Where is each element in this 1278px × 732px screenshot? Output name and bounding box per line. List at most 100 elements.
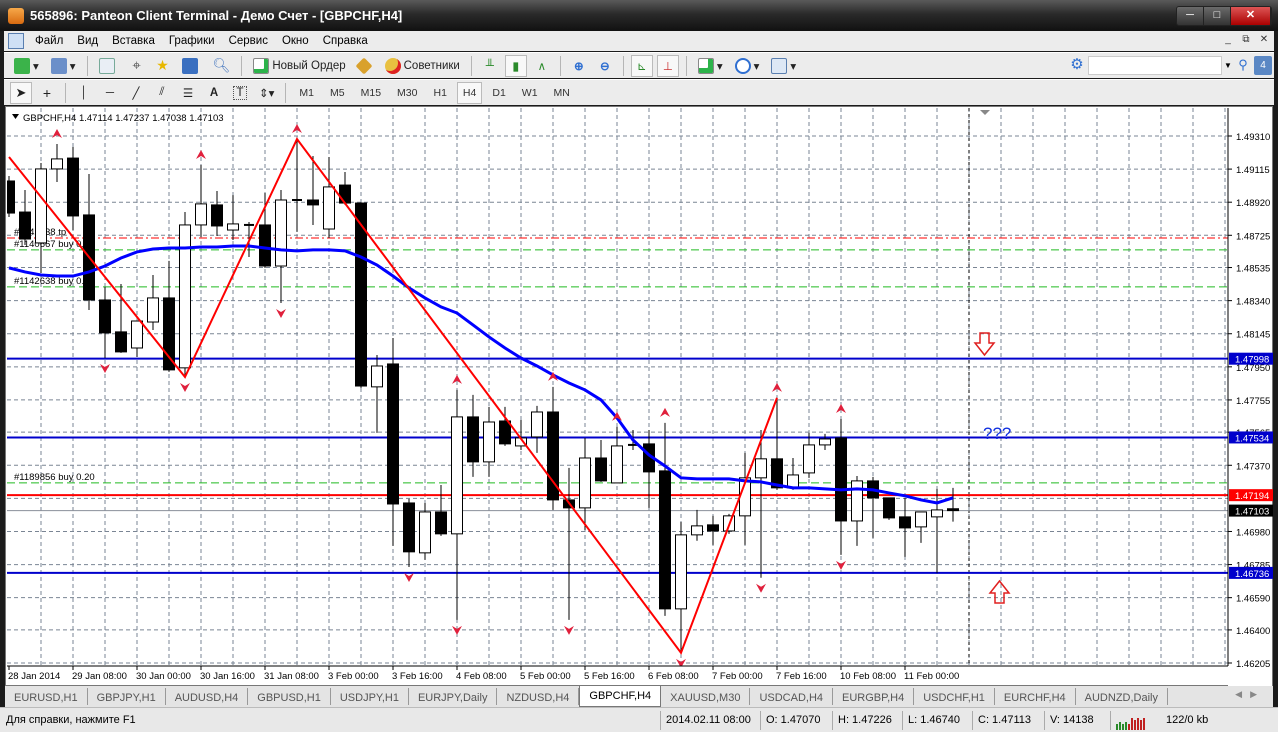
- bearish-candle: [467, 416, 479, 463]
- signal-bar: [1134, 719, 1136, 730]
- question-annotation: ???: [983, 424, 1011, 443]
- status-close: C: 1.47113: [972, 710, 1044, 730]
- price-tick-label: 1.48340: [1236, 297, 1270, 308]
- bearish-candle: [259, 224, 271, 267]
- status-low: L: 1.46740: [902, 710, 972, 730]
- bearish-candle: [307, 199, 319, 206]
- status-time: 2014.02.11 08:00: [660, 710, 760, 730]
- bearish-candle: [707, 524, 719, 532]
- bearish-candle: [659, 470, 671, 610]
- bearish-candle: [947, 508, 959, 512]
- signal-bar: [1131, 717, 1133, 730]
- bullish-candle: [419, 511, 431, 554]
- signal-bar: [1128, 723, 1130, 730]
- price-tick-label: 1.46980: [1236, 527, 1270, 538]
- bullish-candle: [531, 411, 543, 438]
- bullish-candle: [227, 223, 239, 231]
- time-tick-label: 5 Feb 16:00: [584, 671, 635, 682]
- bearish-candle: [499, 420, 511, 445]
- time-tick-label: 5 Feb 00:00: [520, 671, 571, 682]
- price-tick-label: 1.47370: [1236, 461, 1270, 472]
- chart-tab[interactable]: EURCHF,H4: [995, 688, 1076, 705]
- bullish-candle: [803, 444, 815, 474]
- bearish-candle: [211, 204, 223, 227]
- signal-bar: [1122, 723, 1124, 730]
- status-traffic: 122/0 kb: [1166, 714, 1209, 726]
- time-tick-label: 31 Jan 08:00: [264, 671, 319, 682]
- time-tick-label: 11 Feb 00:00: [904, 671, 959, 682]
- tab-scroll-arrows[interactable]: ◀▶: [1235, 689, 1265, 700]
- chart-tab[interactable]: USDJPY,H1: [331, 688, 409, 705]
- bullish-candle: [451, 416, 463, 535]
- bearish-candle: [387, 363, 399, 505]
- time-tick-label: 3 Feb 16:00: [392, 671, 443, 682]
- bullish-candle: [611, 445, 623, 484]
- bearish-candle: [435, 511, 447, 535]
- chart-tab[interactable]: AUDUSD,H4: [166, 688, 249, 705]
- bearish-candle: [595, 457, 607, 482]
- status-bar: Для справки, нажмите F1 2014.02.11 08:00…: [0, 707, 1278, 732]
- chart-tab[interactable]: EURGBP,H4: [833, 688, 915, 705]
- price-tick-label: 1.49115: [1236, 165, 1270, 176]
- time-tick-label: 28 Jan 2014: [8, 671, 60, 682]
- price-tick-label: 1.46400: [1236, 626, 1270, 637]
- plot-background: [7, 108, 1228, 666]
- level-price-label: 1.47534: [1235, 433, 1269, 444]
- signal-bar: [1140, 719, 1142, 730]
- price-tick-label: 1.46590: [1236, 594, 1270, 605]
- order-label: #1142638 buy 0.20: [14, 276, 95, 287]
- time-tick-label: 30 Jan 00:00: [136, 671, 191, 682]
- status-volume: V: 14138: [1044, 710, 1104, 730]
- price-tick-label: 1.48145: [1236, 330, 1270, 341]
- bullish-candle: [131, 320, 143, 349]
- bearish-candle: [19, 211, 31, 240]
- bullish-candle: [819, 438, 831, 446]
- status-open: O: 1.47070: [760, 710, 832, 730]
- bullish-candle: [931, 509, 943, 518]
- chart-tab[interactable]: GBPJPY,H1: [88, 688, 166, 705]
- price-chart[interactable]: #1142638 tp#1140667 buy 0.20#1142638 buy…: [0, 0, 1278, 686]
- order-label: #1189856 buy 0.20: [14, 472, 95, 483]
- chart-tab[interactable]: EURJPY,Daily: [409, 688, 498, 705]
- signal-bar: [1125, 721, 1127, 730]
- time-tick-label: 7 Feb 00:00: [712, 671, 763, 682]
- chart-tab[interactable]: AUDNZD,Daily: [1076, 688, 1168, 705]
- bearish-candle: [115, 331, 127, 353]
- chart-tab[interactable]: GBPUSD,H1: [248, 688, 331, 705]
- bearish-candle: [339, 184, 351, 204]
- price-tick-label: 1.46205: [1236, 659, 1270, 670]
- signal-bar: [1143, 717, 1145, 730]
- chart-tab[interactable]: USDCAD,H4: [750, 688, 834, 705]
- price-tick-label: 1.47755: [1236, 396, 1270, 407]
- bullish-candle: [51, 158, 63, 170]
- bullish-candle: [195, 203, 207, 226]
- bearish-candle: [99, 299, 111, 334]
- bearish-candle: [403, 502, 415, 553]
- bearish-candle: [835, 437, 847, 522]
- chart-tab[interactable]: USDCHF,H1: [914, 688, 995, 705]
- help-text: Для справки, нажмите F1: [6, 714, 136, 726]
- bullish-candle: [483, 421, 495, 463]
- chart-tab[interactable]: EURUSD,H1: [5, 688, 88, 705]
- level-price-label: 1.47998: [1235, 355, 1269, 366]
- bullish-candle: [275, 199, 287, 267]
- chart-tab[interactable]: XAUUSD,M30: [661, 688, 751, 705]
- price-tick-label: 1.48920: [1236, 198, 1270, 209]
- bullish-candle: [371, 365, 383, 388]
- time-tick-label: 10 Feb 08:00: [840, 671, 896, 682]
- level-price-label: 1.47194: [1235, 491, 1269, 502]
- time-tick-label: 7 Feb 16:00: [776, 671, 827, 682]
- chart-tab[interactable]: NZDUSD,H4: [497, 688, 580, 705]
- level-price-label: 1.46736: [1235, 569, 1269, 580]
- bullish-candle: [755, 458, 767, 479]
- time-tick-label: 4 Feb 08:00: [456, 671, 507, 682]
- bullish-candle: [35, 168, 47, 244]
- chart-header: GBPCHF,H4 1.47114 1.47237 1.47038 1.4710…: [23, 113, 224, 124]
- bearish-candle: [899, 516, 911, 529]
- time-tick-label: 29 Jan 08:00: [72, 671, 127, 682]
- price-tick-label: 1.49310: [1236, 132, 1270, 143]
- chart-tab[interactable]: GBPCHF,H4: [579, 686, 662, 707]
- bid-price-label: 1.47103: [1235, 507, 1269, 518]
- bullish-candle: [851, 480, 863, 522]
- signal-bar: [1116, 723, 1118, 730]
